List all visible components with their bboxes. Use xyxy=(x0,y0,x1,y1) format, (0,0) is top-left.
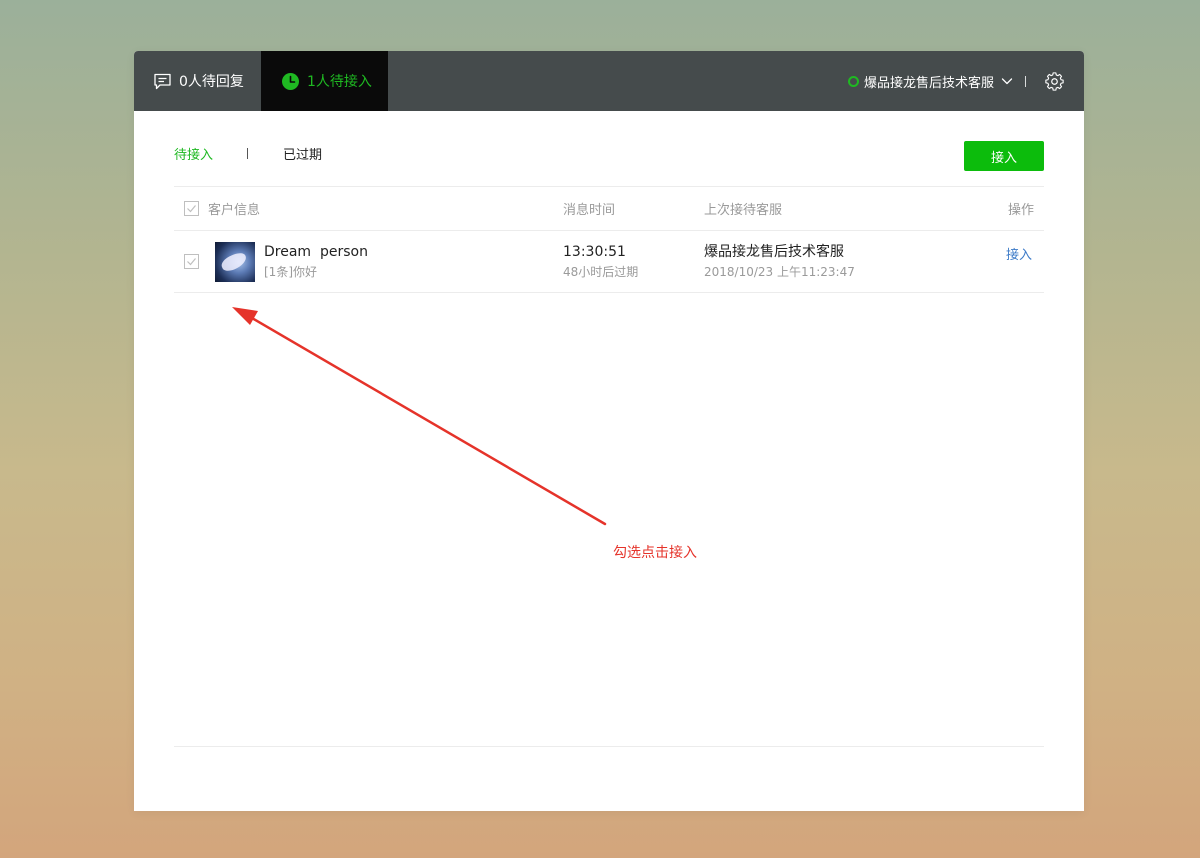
avatar xyxy=(215,241,255,282)
select-all-checkbox[interactable] xyxy=(184,201,199,216)
last-agent: 爆品接龙售后技术客服 2018/10/23 上午11:23:47 xyxy=(704,231,855,292)
accept-button[interactable]: 接入 xyxy=(964,141,1044,171)
expire-text: 48小时后过期 xyxy=(563,265,639,279)
top-bar: 0人待回复 1人待接入 爆品接龙售后技术客服 xyxy=(134,51,1084,111)
select-all-cell: 客户信息 xyxy=(184,187,260,230)
divider xyxy=(174,746,1044,747)
message-time: 13:30:51 48小时后过期 xyxy=(563,231,638,292)
gear-icon[interactable] xyxy=(1045,71,1064,91)
avatar-cell xyxy=(215,231,255,292)
divider xyxy=(174,292,1044,293)
column-time: 消息时间 xyxy=(563,203,616,218)
chevron-down-icon[interactable] xyxy=(1001,75,1013,87)
chat-bubble-icon xyxy=(153,72,172,91)
agent-name[interactable]: 爆品接龙售后技术客服 xyxy=(864,72,994,91)
checkmark-icon xyxy=(187,258,196,266)
subtab-divider xyxy=(247,148,249,159)
divider xyxy=(1025,75,1026,87)
row-select-cell xyxy=(184,231,199,292)
subtab-pending[interactable]: 待接入 xyxy=(174,144,213,163)
online-status-icon xyxy=(847,75,859,87)
column-action: 操作 xyxy=(1007,203,1034,218)
customer-service-panel: 0人待回复 1人待接入 爆品接龙售后技术客服 待接入 已过期 接入 客户信息 消… xyxy=(134,51,1084,811)
customer-message: [1条]你好 xyxy=(264,265,317,279)
customer-info: Dream person [1条]你好 xyxy=(264,231,368,292)
message-time-value: 13:30:51 xyxy=(563,244,626,260)
annotation-text: 勾选点击接入 xyxy=(613,545,697,561)
last-agent-name: 爆品接龙售后技术客服 xyxy=(704,244,844,260)
customer-name: Dream person xyxy=(264,244,368,260)
tab-pending-reply[interactable]: 0人待回复 xyxy=(134,51,261,111)
row-accept-link[interactable]: 接入 xyxy=(1006,244,1032,263)
action-cell: 接入 xyxy=(1006,231,1032,292)
clock-icon xyxy=(281,72,300,91)
last-agent-time: 2018/10/23 上午11:23:47 xyxy=(704,265,855,279)
tab-pending-access[interactable]: 1人待接入 xyxy=(261,51,388,111)
checkmark-icon xyxy=(187,205,196,213)
table-row[interactable]: Dream person [1条]你好 13:30:51 48小时后过期 爆品接… xyxy=(174,231,1044,292)
tab-pending-reply-label: 0人待回复 xyxy=(179,74,244,90)
tab-pending-access-label: 1人待接入 xyxy=(307,74,372,90)
agent-area: 爆品接龙售后技术客服 xyxy=(847,51,1084,111)
sub-tabs: 待接入 已过期 xyxy=(174,144,322,163)
column-last-agent: 上次接待客服 xyxy=(704,203,783,218)
table-header: 客户信息 消息时间 上次接待客服 操作 xyxy=(174,187,1044,230)
row-checkbox[interactable] xyxy=(184,254,199,269)
subtab-expired[interactable]: 已过期 xyxy=(283,144,322,163)
column-customer: 客户信息 xyxy=(208,203,261,218)
